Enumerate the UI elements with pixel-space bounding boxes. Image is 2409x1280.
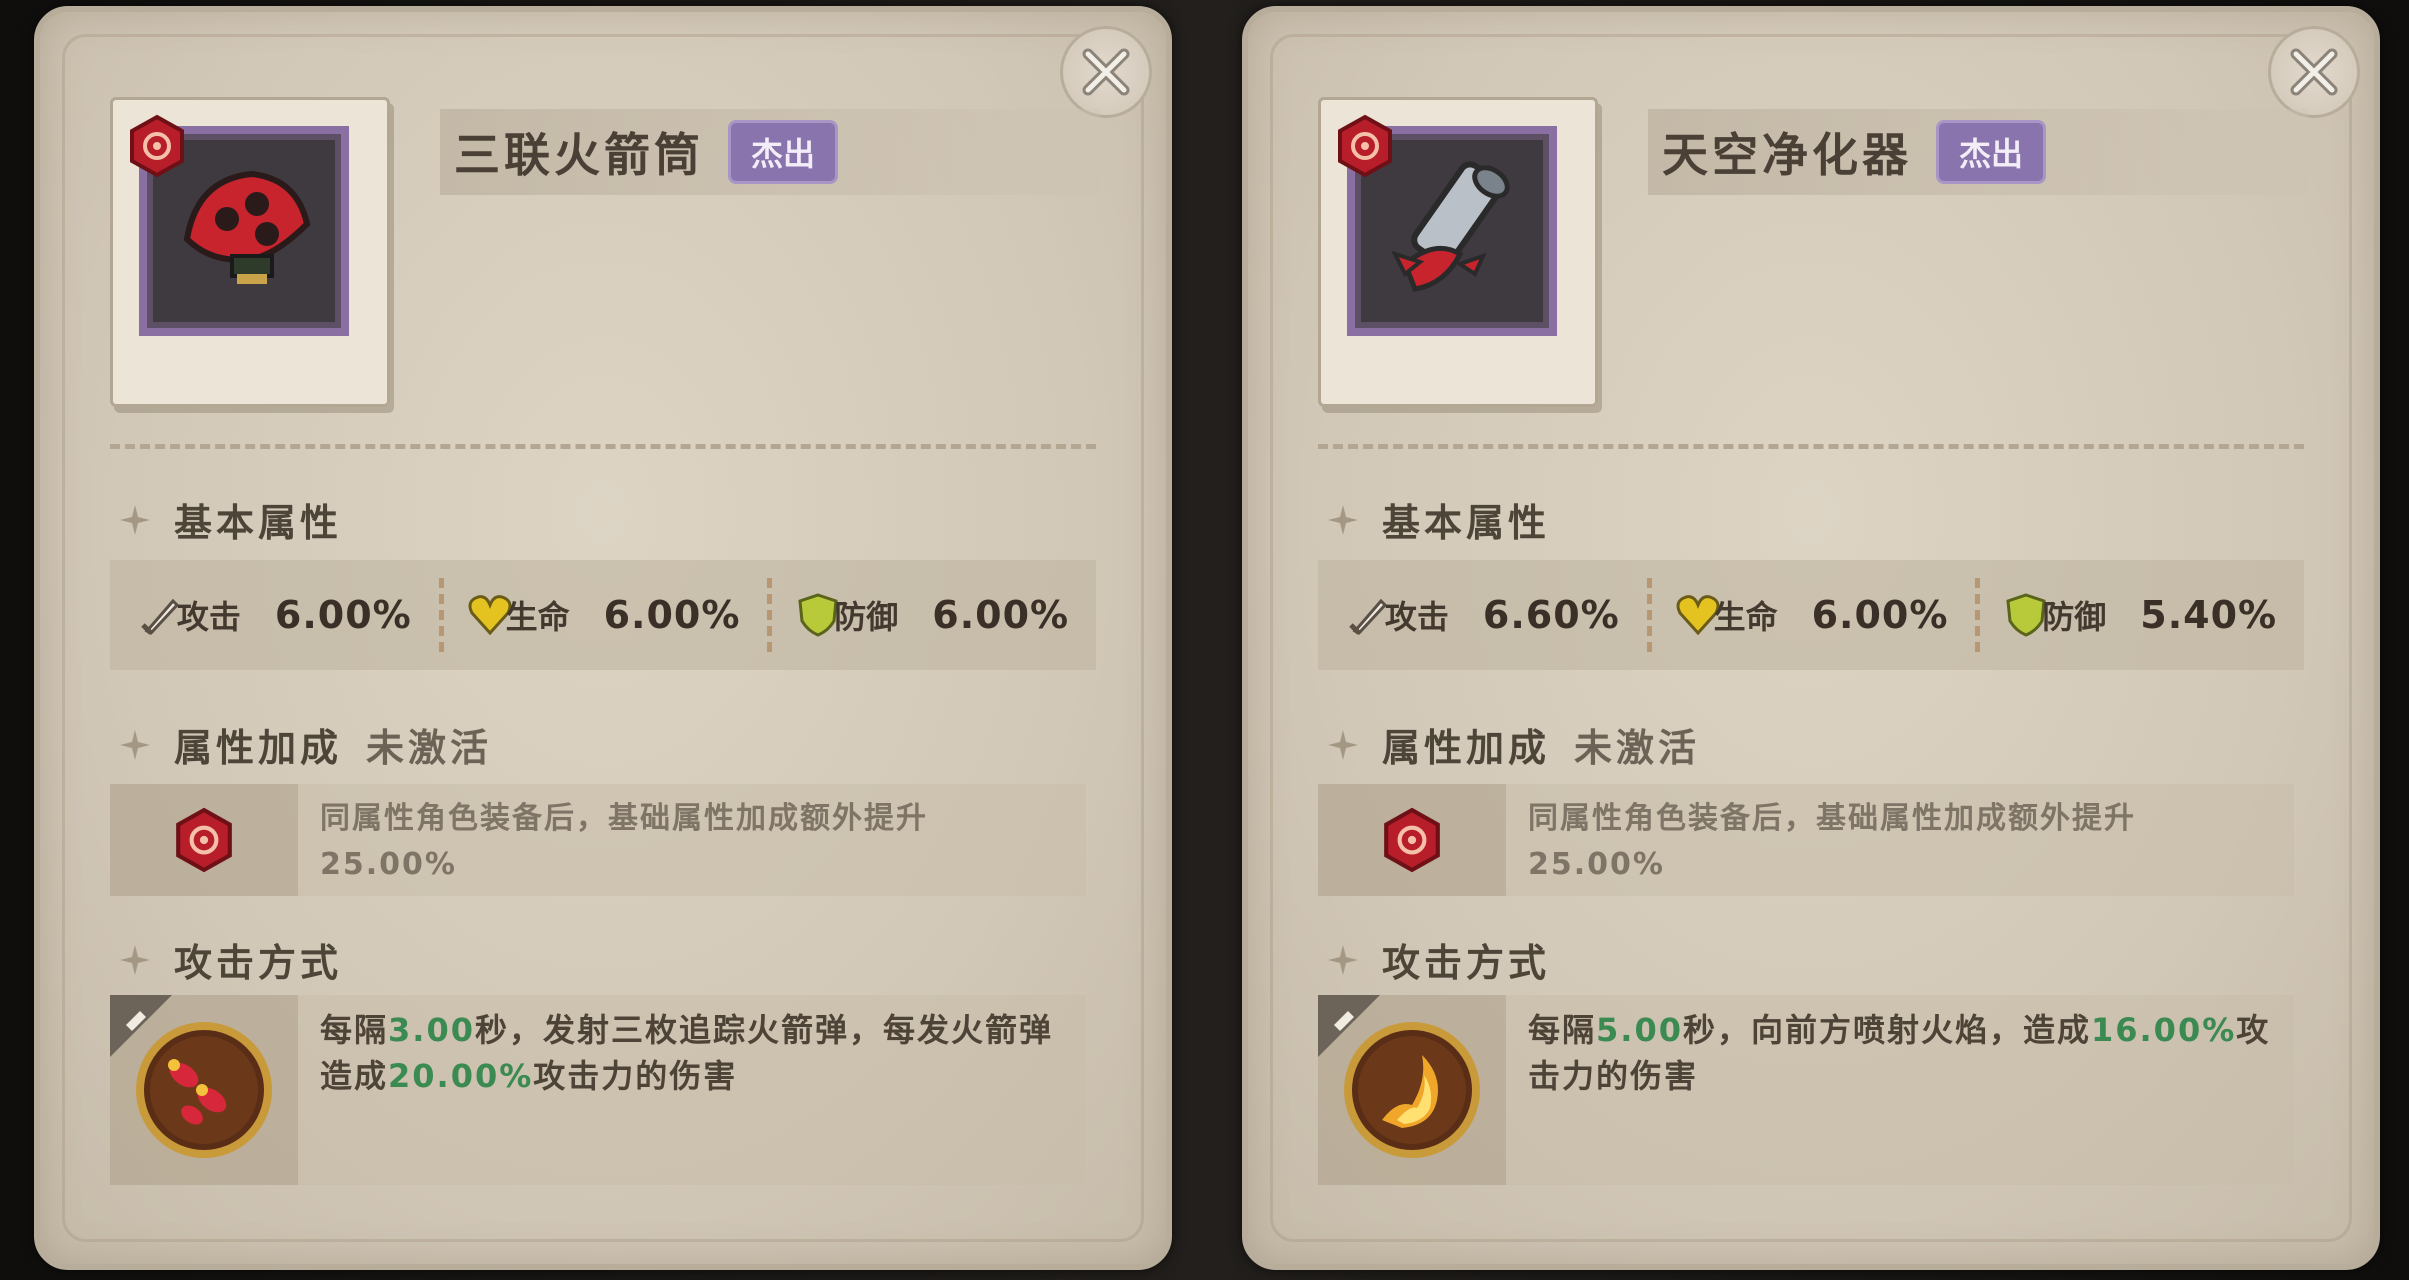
stat-value: 6.00%	[932, 593, 1070, 637]
stat-defense: 防御 5.40%	[1975, 560, 2304, 670]
attack-damage: 20.00%	[388, 1057, 534, 1095]
bonus-row: 同属性角色装备后，基础属性加成额外提升 25.00%	[110, 784, 1086, 896]
item-detail-panel-left: 三联火箭筒 杰出 基本属性 攻击 6.00% 生命 6.00% 防御 6.00%…	[34, 6, 1172, 1270]
stat-attack: 攻击 6.60%	[1318, 560, 1647, 670]
sparkle-icon	[1328, 729, 1358, 760]
bonus-text-value: 25.00%	[320, 847, 457, 882]
bonus-icon-box	[110, 784, 298, 896]
attack-row: 每隔5.00秒，向前方喷射火焰，造成16.00%攻击力的伤害	[1318, 995, 2294, 1185]
fire-element-badge-icon	[1338, 114, 1392, 178]
stat-value: 6.00%	[1811, 593, 1949, 637]
stat-value: 6.00%	[274, 593, 412, 637]
section-title-text: 属性加成	[174, 726, 343, 770]
item-name: 天空净化器	[1662, 128, 1912, 182]
bonus-text-line: 同属性角色装备后，基础属性加成额外提升	[320, 801, 928, 836]
rarity-tag: 杰出	[728, 120, 839, 184]
stats-row: 攻击 6.00% 生命 6.00% 防御 6.00%	[110, 560, 1096, 670]
sparkle-icon	[120, 944, 150, 975]
bonus-icon-box	[1318, 784, 1506, 896]
stats-row: 攻击 6.60% 生命 6.00% 防御 5.40%	[1318, 560, 2304, 670]
stat-label: 生命	[505, 598, 570, 636]
attack-row: 每隔3.00秒，发射三枚追踪火箭弹，每发火箭弹造成20.00%攻击力的伤害	[110, 995, 1086, 1185]
item-name-bar: 三联火箭筒 杰出	[440, 109, 1100, 195]
attack-text: 秒，向前方喷射火焰，造成	[1682, 1011, 2091, 1049]
section-attack-mode: 攻击方式	[120, 932, 342, 987]
stat-value: 6.00%	[603, 593, 741, 637]
stat-attack: 攻击 6.00%	[110, 560, 439, 670]
attack-description: 每隔3.00秒，发射三枚追踪火箭弹，每发火箭弹造成20.00%攻击力的伤害	[298, 995, 1086, 1185]
stat-value: 6.60%	[1482, 593, 1620, 637]
stat-label: 防御	[834, 598, 899, 636]
section-title-text: 攻击方式	[174, 941, 343, 985]
bullet-corner-icon	[1318, 995, 1380, 1057]
attack-text: 攻击力的伤害	[533, 1057, 738, 1095]
item-icon-frame	[110, 97, 390, 407]
stat-label: 生命	[1713, 598, 1778, 636]
attack-icon-box	[110, 995, 298, 1185]
sparkle-icon	[1328, 504, 1358, 535]
section-attack-mode: 攻击方式	[1328, 932, 1550, 987]
attack-text: 每隔	[320, 1011, 389, 1049]
divider	[110, 444, 1096, 449]
fire-element-icon	[1384, 807, 1440, 873]
section-basic-attributes: 基本属性	[1328, 492, 1550, 547]
section-basic-attributes: 基本属性	[120, 492, 342, 547]
item-name-bar: 天空净化器 杰出	[1648, 109, 2308, 195]
section-attribute-bonus: 属性加成 未激活	[1328, 717, 1700, 772]
bonus-description: 同属性角色装备后，基础属性加成额外提升 25.00%	[298, 784, 1086, 896]
close-button[interactable]	[1060, 26, 1152, 118]
bonus-row: 同属性角色装备后，基础属性加成额外提升 25.00%	[1318, 784, 2294, 896]
bonus-description: 同属性角色装备后，基础属性加成额外提升 25.00%	[1506, 784, 2294, 896]
bonus-text-line: 同属性角色装备后，基础属性加成额外提升	[1528, 801, 2136, 836]
item-name: 三联火箭筒	[454, 128, 704, 182]
bullet-corner-icon	[110, 995, 172, 1057]
section-title-text: 属性加成	[1382, 726, 1551, 770]
attack-interval: 3.00	[388, 1011, 475, 1049]
stat-value: 5.40%	[2140, 593, 2278, 637]
attack-icon-box	[1318, 995, 1506, 1185]
attack-damage: 16.00%	[2090, 1011, 2237, 1049]
stat-label: 攻击	[176, 598, 241, 636]
sparkle-icon	[1328, 944, 1358, 975]
stat-hp: 生命 6.00%	[1646, 560, 1976, 670]
stat-hp: 生命 6.00%	[438, 560, 768, 670]
section-title-text: 基本属性	[1382, 501, 1551, 545]
section-attribute-bonus: 属性加成 未激活	[120, 717, 492, 772]
item-detail-panel-right: 天空净化器 杰出 基本属性 攻击 6.60% 生命 6.00% 防御 5.40%…	[1242, 6, 2380, 1270]
divider	[1318, 444, 2304, 449]
close-icon	[2290, 48, 2338, 96]
close-button[interactable]	[2268, 26, 2360, 118]
sparkle-icon	[120, 729, 150, 760]
rarity-tag: 杰出	[1936, 120, 2047, 184]
bonus-status: 未激活	[366, 726, 493, 770]
item-icon-frame	[1318, 97, 1598, 407]
bonus-status: 未激活	[1574, 726, 1701, 770]
section-title-text: 基本属性	[174, 501, 343, 545]
stat-defense: 防御 6.00%	[767, 560, 1096, 670]
stat-label: 攻击	[1384, 598, 1449, 636]
section-title-text: 攻击方式	[1382, 941, 1551, 985]
stat-label: 防御	[2042, 598, 2107, 636]
attack-interval: 5.00	[1596, 1011, 1683, 1049]
fire-element-icon	[176, 807, 232, 873]
sparkle-icon	[120, 504, 150, 535]
attack-text: 每隔	[1528, 1011, 1597, 1049]
bonus-text-value: 25.00%	[1528, 847, 1665, 882]
close-icon	[1082, 48, 1130, 96]
fire-element-badge-icon	[130, 114, 184, 178]
attack-description: 每隔5.00秒，向前方喷射火焰，造成16.00%攻击力的伤害	[1506, 995, 2294, 1185]
